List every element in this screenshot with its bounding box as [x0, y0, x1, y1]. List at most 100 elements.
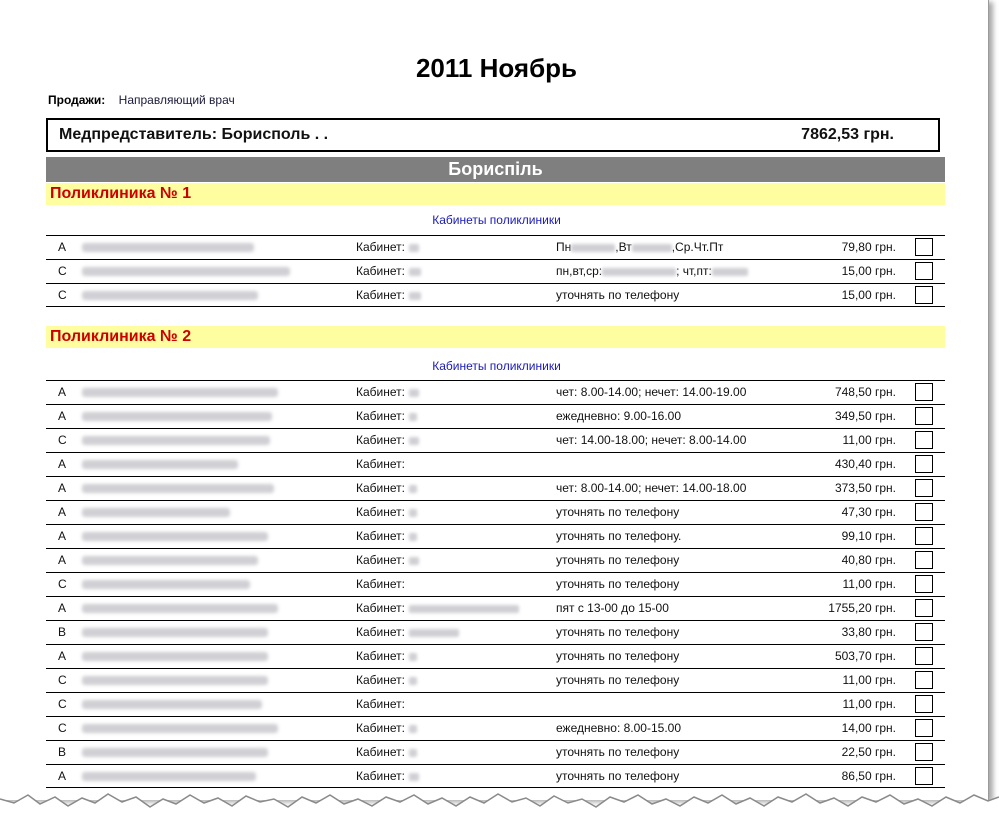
- amount: 22,50 грн.: [841, 745, 896, 759]
- table-row: A Кабинет: 430,40 грн.: [46, 452, 945, 476]
- city-header: Бориспіль: [46, 157, 945, 182]
- row-checkbox[interactable]: [915, 407, 933, 425]
- report-title: 2011 Ноябрь: [415, 53, 578, 83]
- redacted-doctor-name: [82, 484, 274, 493]
- cabinet-cell: Кабинет:: [356, 697, 405, 711]
- schedule-cell: уточнять по телефону: [556, 649, 679, 663]
- redacted-doctor-name: [82, 580, 250, 589]
- row-checkbox[interactable]: [915, 383, 933, 401]
- row-checkbox[interactable]: [915, 262, 933, 280]
- table-row: A Кабинет: уточнять по телефону 503,70 грн.: [46, 644, 945, 668]
- cabinet-cell: Кабинет:: [356, 745, 417, 759]
- redacted-cabinet-number: [408, 748, 417, 757]
- schedule-cell: пят с 13-00 до 15-00: [556, 601, 669, 615]
- schedule-text: уточнять по телефону: [556, 649, 680, 663]
- row-checkbox[interactable]: [915, 743, 933, 761]
- redacted-doctor-name: [82, 291, 258, 300]
- clinic-2-rows: A Кабинет: чет: 8.00-14.00; нечет: 14.00-1…: [46, 380, 945, 788]
- redacted-cabinet-number: [408, 676, 417, 685]
- schedule-text: ,Ср.Чт.Пт: [671, 240, 724, 254]
- amount: 79,80 грн.: [841, 240, 896, 254]
- doctor-category: C: [58, 264, 67, 278]
- row-checkbox[interactable]: [915, 647, 933, 665]
- redacted-doctor-name: [82, 243, 254, 252]
- schedule-text: уточнять по телефону.: [556, 529, 682, 543]
- doctor-category: A: [58, 505, 67, 519]
- table-row: A Кабинет: уточнять по телефону 40,80 грн.: [46, 548, 945, 572]
- redacted-doctor-name: [82, 724, 278, 733]
- row-checkbox[interactable]: [915, 719, 933, 737]
- schedule-text: Пн: [556, 240, 572, 254]
- amount: 349,50 грн.: [834, 409, 896, 423]
- cabinet-cell: Кабинет:: [356, 577, 405, 591]
- cabinet-label: Кабинет:: [356, 625, 405, 639]
- clinic-1-rows: A Кабинет: Пн ,Вт ,Ср.Чт.Пт 79,80 грн. C Кабине…: [46, 235, 945, 307]
- redacted-hours: [711, 267, 748, 276]
- row-checkbox[interactable]: [915, 503, 933, 521]
- row-checkbox[interactable]: [915, 623, 933, 641]
- schedule-cell: уточнять по телефону: [556, 577, 679, 591]
- row-checkbox[interactable]: [915, 575, 933, 593]
- redacted-cabinet-number: [408, 508, 417, 517]
- sales-line: Продажи: Направляющий врач: [48, 93, 235, 107]
- schedule-text: уточнять по телефону: [556, 577, 680, 591]
- schedule-cell: чет: 14.00-18.00; нечет: 8.00-14.00: [556, 433, 746, 447]
- amount: 15,00 грн.: [841, 264, 896, 278]
- row-checkbox[interactable]: [915, 238, 933, 256]
- redacted-cabinet-number: [408, 436, 419, 445]
- cabinet-label: Кабинет:: [356, 601, 405, 615]
- redacted-doctor-name: [82, 676, 268, 685]
- row-checkbox[interactable]: [915, 286, 933, 304]
- cabinet-cell: Кабинет:: [356, 529, 417, 543]
- schedule-cell: чет: 8.00-14.00; нечет: 14.00-19.00: [556, 385, 746, 399]
- clinic-header: Поликлиника № 1: [46, 183, 945, 205]
- cabinet-cell: Кабинет:: [356, 264, 421, 278]
- redacted-cabinet-number: [408, 652, 417, 661]
- table-row: A Кабинет: пят с 13-00 до 15-00 1755,20 грн…: [46, 596, 945, 620]
- schedule-cell: уточнять по телефону: [556, 288, 679, 302]
- cabinet-cell: Кабинет:: [356, 385, 419, 399]
- redacted-hours: [602, 267, 677, 276]
- amount: 11,00 грн.: [842, 697, 896, 711]
- schedule-text: уточнять по телефону: [556, 745, 680, 759]
- cabinet-label: Кабинет:: [356, 481, 405, 495]
- table-row: C Кабинет: уточнять по телефону 15,00 грн.: [46, 283, 945, 307]
- row-checkbox[interactable]: [915, 479, 933, 497]
- cabinet-label: Кабинет:: [356, 457, 405, 471]
- rep-total: 7862,53 грн.: [801, 126, 894, 143]
- schedule-cell: Пн ,Вт ,Ср.Чт.Пт: [556, 240, 723, 254]
- schedule-text: ,Вт: [615, 240, 632, 254]
- schedule-text: ежедневно: 9.00-16.00: [556, 409, 682, 423]
- redacted-doctor-name: [82, 460, 238, 469]
- row-checkbox[interactable]: [915, 671, 933, 689]
- cabinet-label: Кабинет:: [356, 673, 405, 687]
- amount: 40,80 грн.: [841, 553, 896, 567]
- amount: 503,70 грн.: [834, 649, 896, 663]
- row-checkbox[interactable]: [915, 695, 933, 713]
- redacted-doctor-name: [82, 604, 278, 613]
- redacted-cabinet-number: [408, 291, 421, 300]
- schedule-cell: уточнять по телефону: [556, 505, 679, 519]
- amount: 15,00 грн.: [841, 288, 896, 302]
- cabinet-cell: Кабинет:: [356, 553, 419, 567]
- doctor-category: A: [58, 553, 67, 567]
- doctor-category: C: [58, 433, 67, 447]
- amount: 33,80 грн.: [841, 625, 896, 639]
- row-checkbox[interactable]: [915, 551, 933, 569]
- schedule-cell: ежедневно: 8.00-15.00: [556, 721, 681, 735]
- amount: 11,00 грн.: [842, 673, 896, 687]
- row-checkbox[interactable]: [915, 527, 933, 545]
- schedule-cell: уточнять по телефону: [556, 673, 679, 687]
- doctor-category: B: [58, 745, 67, 759]
- schedule-cell: чет: 8.00-14.00; нечет: 14.00-18.00: [556, 481, 746, 495]
- amount: 430,40 грн.: [834, 457, 896, 471]
- redacted-doctor-name: [82, 436, 270, 445]
- doctor-category: A: [58, 457, 67, 471]
- redacted-cabinet-number: [408, 388, 419, 397]
- row-checkbox[interactable]: [915, 431, 933, 449]
- rep-name: Медпредставитель: Борисполь . .: [59, 126, 329, 143]
- schedule-text: чет: 8.00-14.00; нечет: 14.00-19.00: [556, 385, 747, 399]
- row-checkbox[interactable]: [915, 455, 933, 473]
- row-checkbox[interactable]: [915, 599, 933, 617]
- doctor-category: C: [58, 288, 67, 302]
